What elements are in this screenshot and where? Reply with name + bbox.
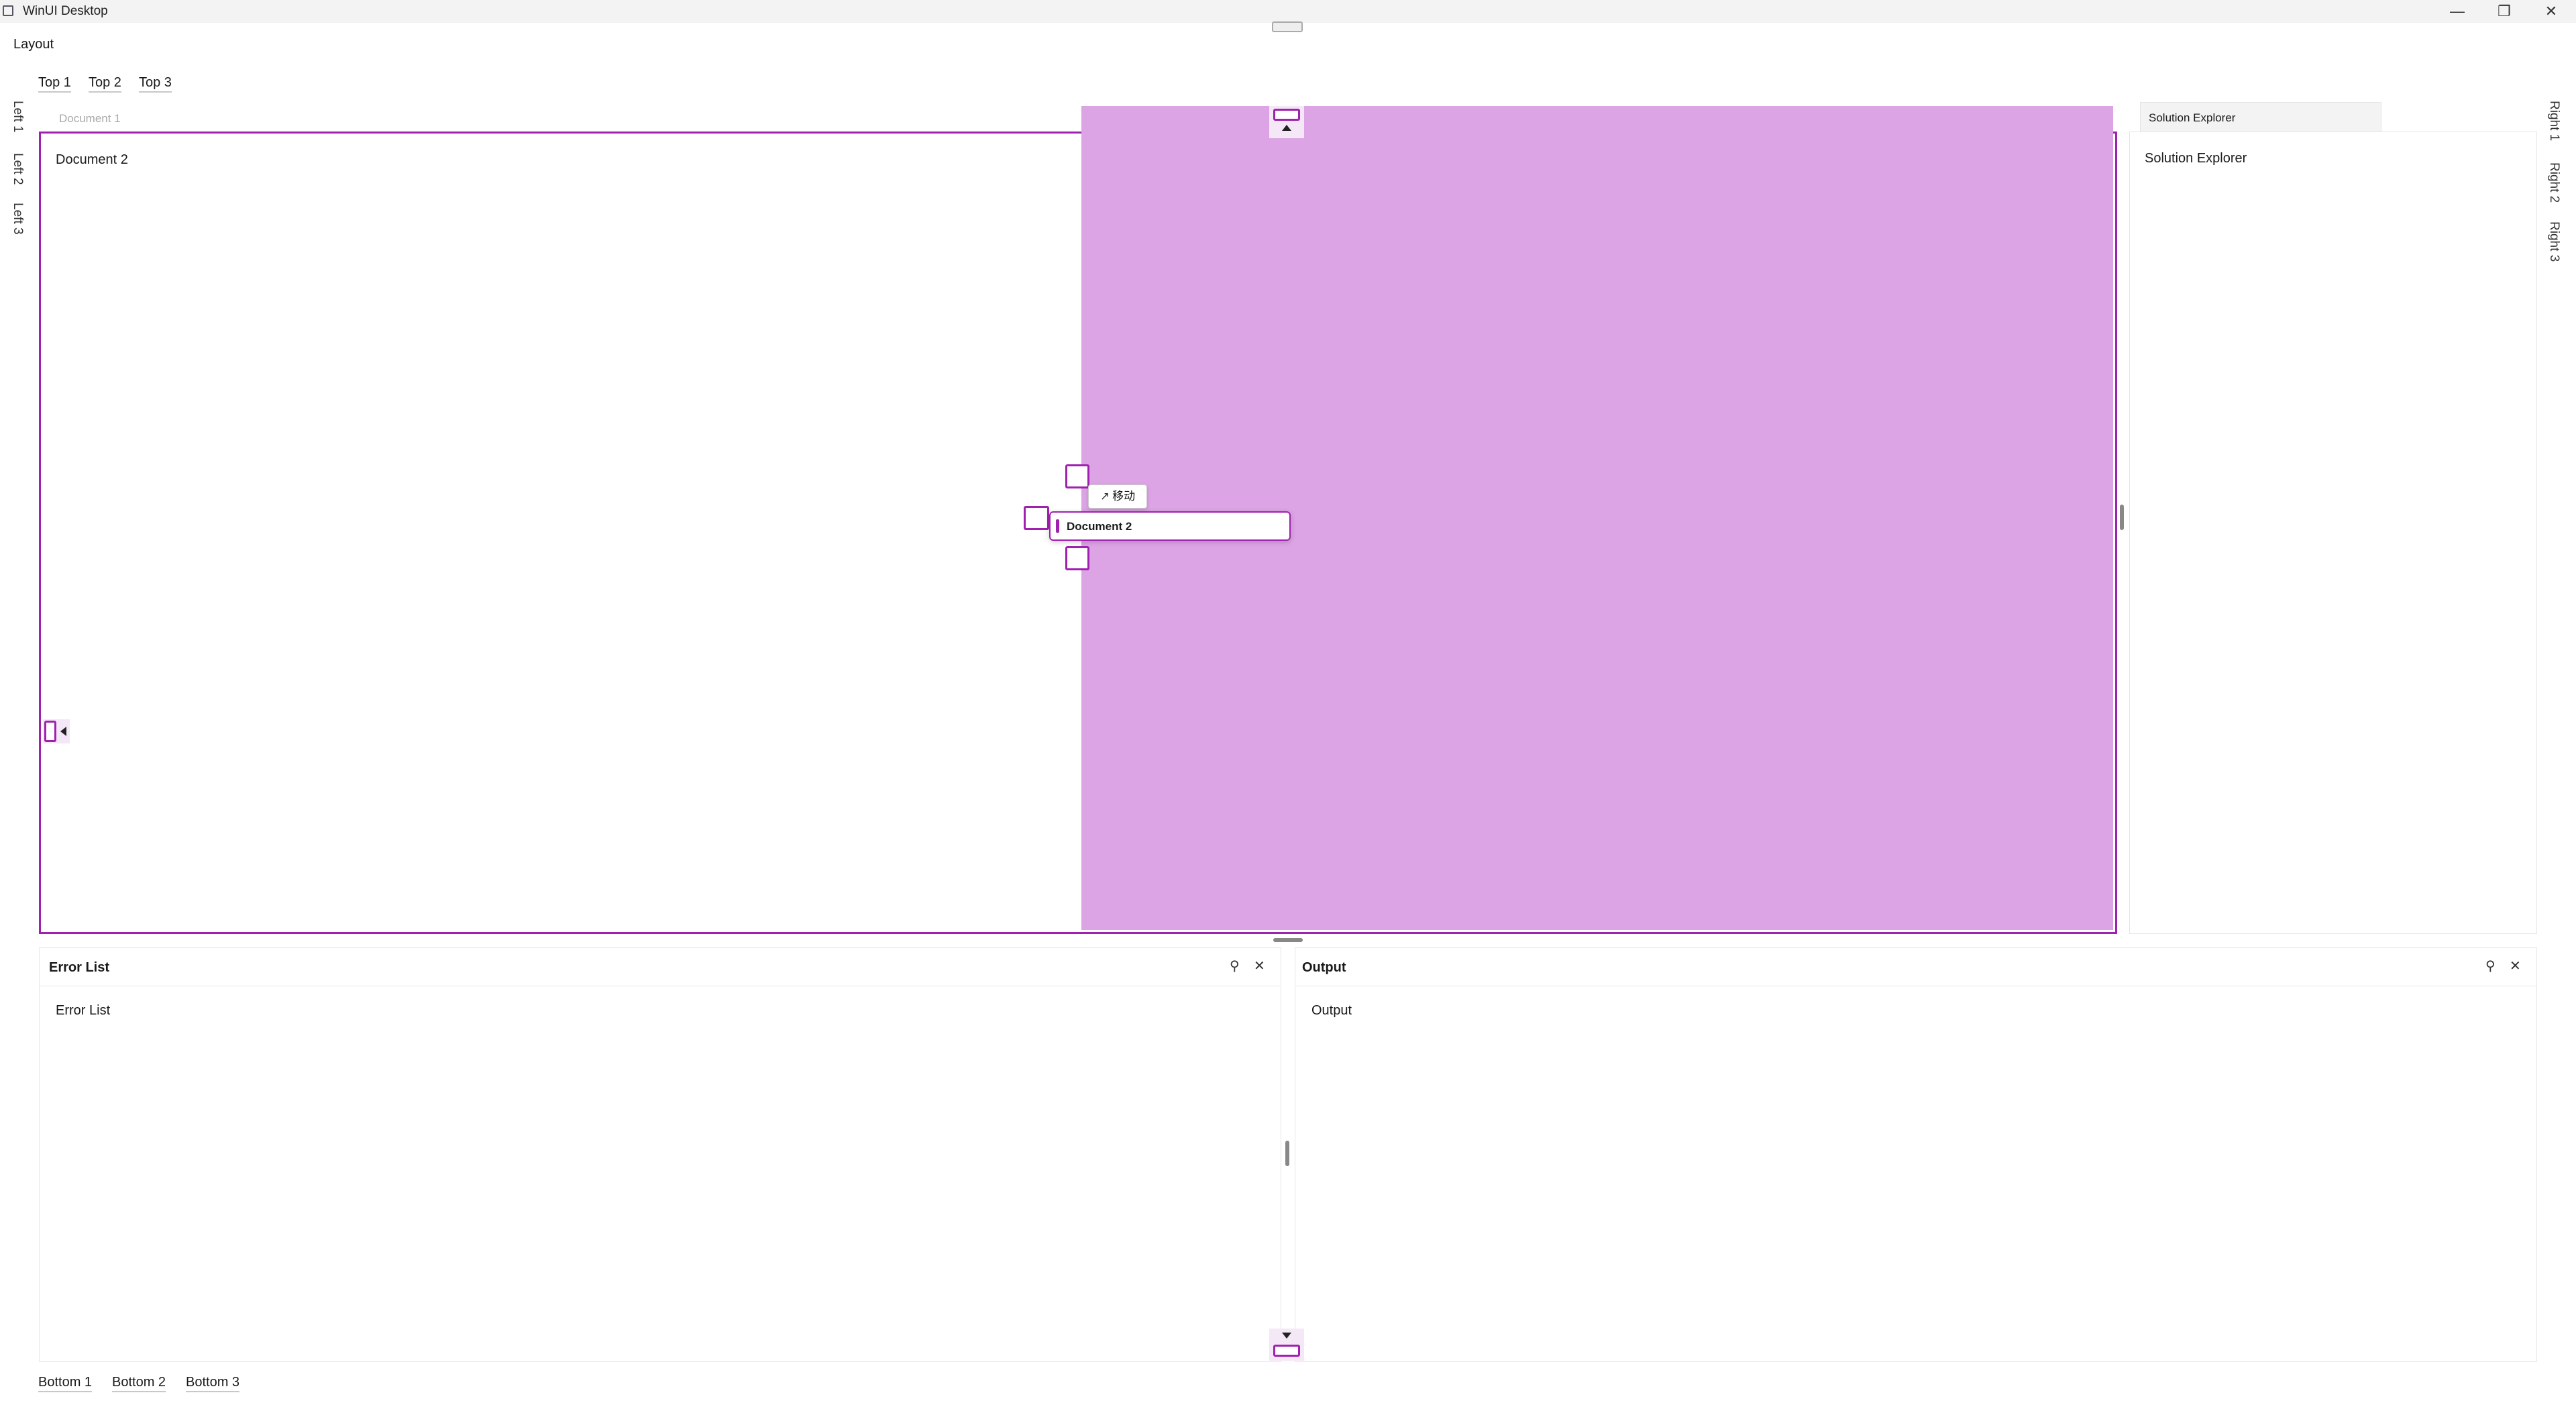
app-icon xyxy=(3,5,13,16)
title-bar: WinUI Desktop — ❐ ✕ xyxy=(0,0,2576,32)
document-1-tab[interactable]: Document 1 xyxy=(59,111,121,126)
left-tab-1[interactable]: Left 1 xyxy=(9,101,25,133)
right-tab-3[interactable]: Right 3 xyxy=(2546,221,2562,262)
dock-target-top[interactable] xyxy=(1269,106,1304,138)
minimize-button[interactable]: — xyxy=(2434,0,2481,23)
close-icon: ✕ xyxy=(2544,3,2558,19)
error-list-content: Error List xyxy=(56,1003,111,1018)
minimize-icon: — xyxy=(2450,3,2465,19)
right-tab-2[interactable]: Right 2 xyxy=(2546,162,2562,203)
window-title: WinUI Desktop xyxy=(23,4,108,18)
dock-center-bottom-icon[interactable] xyxy=(1065,546,1089,570)
document-2-content: Document 2 xyxy=(56,152,128,167)
dock-center-top-icon[interactable] xyxy=(1065,464,1089,488)
output-title: Output xyxy=(1302,960,1346,975)
dock-target-bottom[interactable] xyxy=(1269,1329,1304,1361)
pin-icon[interactable]: ⚲ xyxy=(2485,957,2496,975)
dock-bottom-icon xyxy=(1273,1345,1300,1357)
move-tooltip-label: 移动 xyxy=(1112,490,1136,503)
close-icon[interactable]: ✕ xyxy=(1254,957,1265,975)
dragged-tab[interactable]: Document 2 xyxy=(1049,511,1291,541)
bottom-tab-1[interactable]: Bottom 1 xyxy=(38,1373,93,1392)
solution-explorer-pane: Solution Explorer xyxy=(2129,132,2537,934)
error-list-title: Error List xyxy=(49,960,110,975)
tab-indicator xyxy=(1056,519,1059,533)
top-tab-3[interactable]: Top 3 xyxy=(139,74,172,93)
restore-icon: ❐ xyxy=(2498,3,2511,19)
arrow-up-right-icon: ↗ xyxy=(1099,490,1110,503)
drag-handle-top[interactable] xyxy=(1272,21,1303,32)
splitter-vertical[interactable] xyxy=(2120,505,2124,530)
left-tab-3[interactable]: Left 3 xyxy=(9,203,25,235)
solution-explorer-tab-label: Solution Explorer xyxy=(2149,111,2236,124)
top-tab-2[interactable]: Top 2 xyxy=(89,74,121,93)
right-tab-1[interactable]: Right 1 xyxy=(2546,101,2562,141)
output-header: Output ⚲ ✕ xyxy=(1295,948,2536,986)
arrow-left-icon xyxy=(60,727,66,736)
splitter-bottom[interactable] xyxy=(1285,1141,1289,1166)
dragged-tab-label: Document 2 xyxy=(1067,520,1132,533)
output-content: Output xyxy=(1311,1003,1352,1018)
solution-explorer-content: Solution Explorer xyxy=(2145,151,2247,166)
move-tooltip: ↗ 移动 xyxy=(1088,484,1147,509)
bottom-tab-3[interactable]: Bottom 3 xyxy=(186,1373,240,1392)
solution-explorer-tab[interactable]: Solution Explorer xyxy=(2140,102,2381,133)
error-list-pane: Error List ⚲ ✕ Error List xyxy=(39,947,1281,1362)
maximize-button[interactable]: ❐ xyxy=(2481,0,2528,23)
error-list-header: Error List ⚲ ✕ xyxy=(40,948,1281,986)
top-tab-1[interactable]: Top 1 xyxy=(38,74,71,93)
bottom-tab-2[interactable]: Bottom 2 xyxy=(112,1373,166,1392)
output-pane: Output ⚲ ✕ Output xyxy=(1295,947,2537,1362)
close-button[interactable]: ✕ xyxy=(2528,0,2575,23)
left-tab-2[interactable]: Left 2 xyxy=(9,153,25,185)
splitter-horizontal[interactable] xyxy=(1273,938,1303,942)
menu-layout[interactable]: Layout xyxy=(13,36,54,53)
pin-icon[interactable]: ⚲ xyxy=(1230,957,1240,975)
arrow-down-icon xyxy=(1282,1333,1291,1339)
close-icon[interactable]: ✕ xyxy=(2510,957,2521,975)
arrow-up-icon xyxy=(1282,125,1291,131)
dock-top-icon xyxy=(1273,109,1300,121)
dock-target-left[interactable] xyxy=(43,719,70,743)
dock-center-left-icon[interactable] xyxy=(1024,506,1049,530)
dock-left-icon xyxy=(44,721,56,742)
